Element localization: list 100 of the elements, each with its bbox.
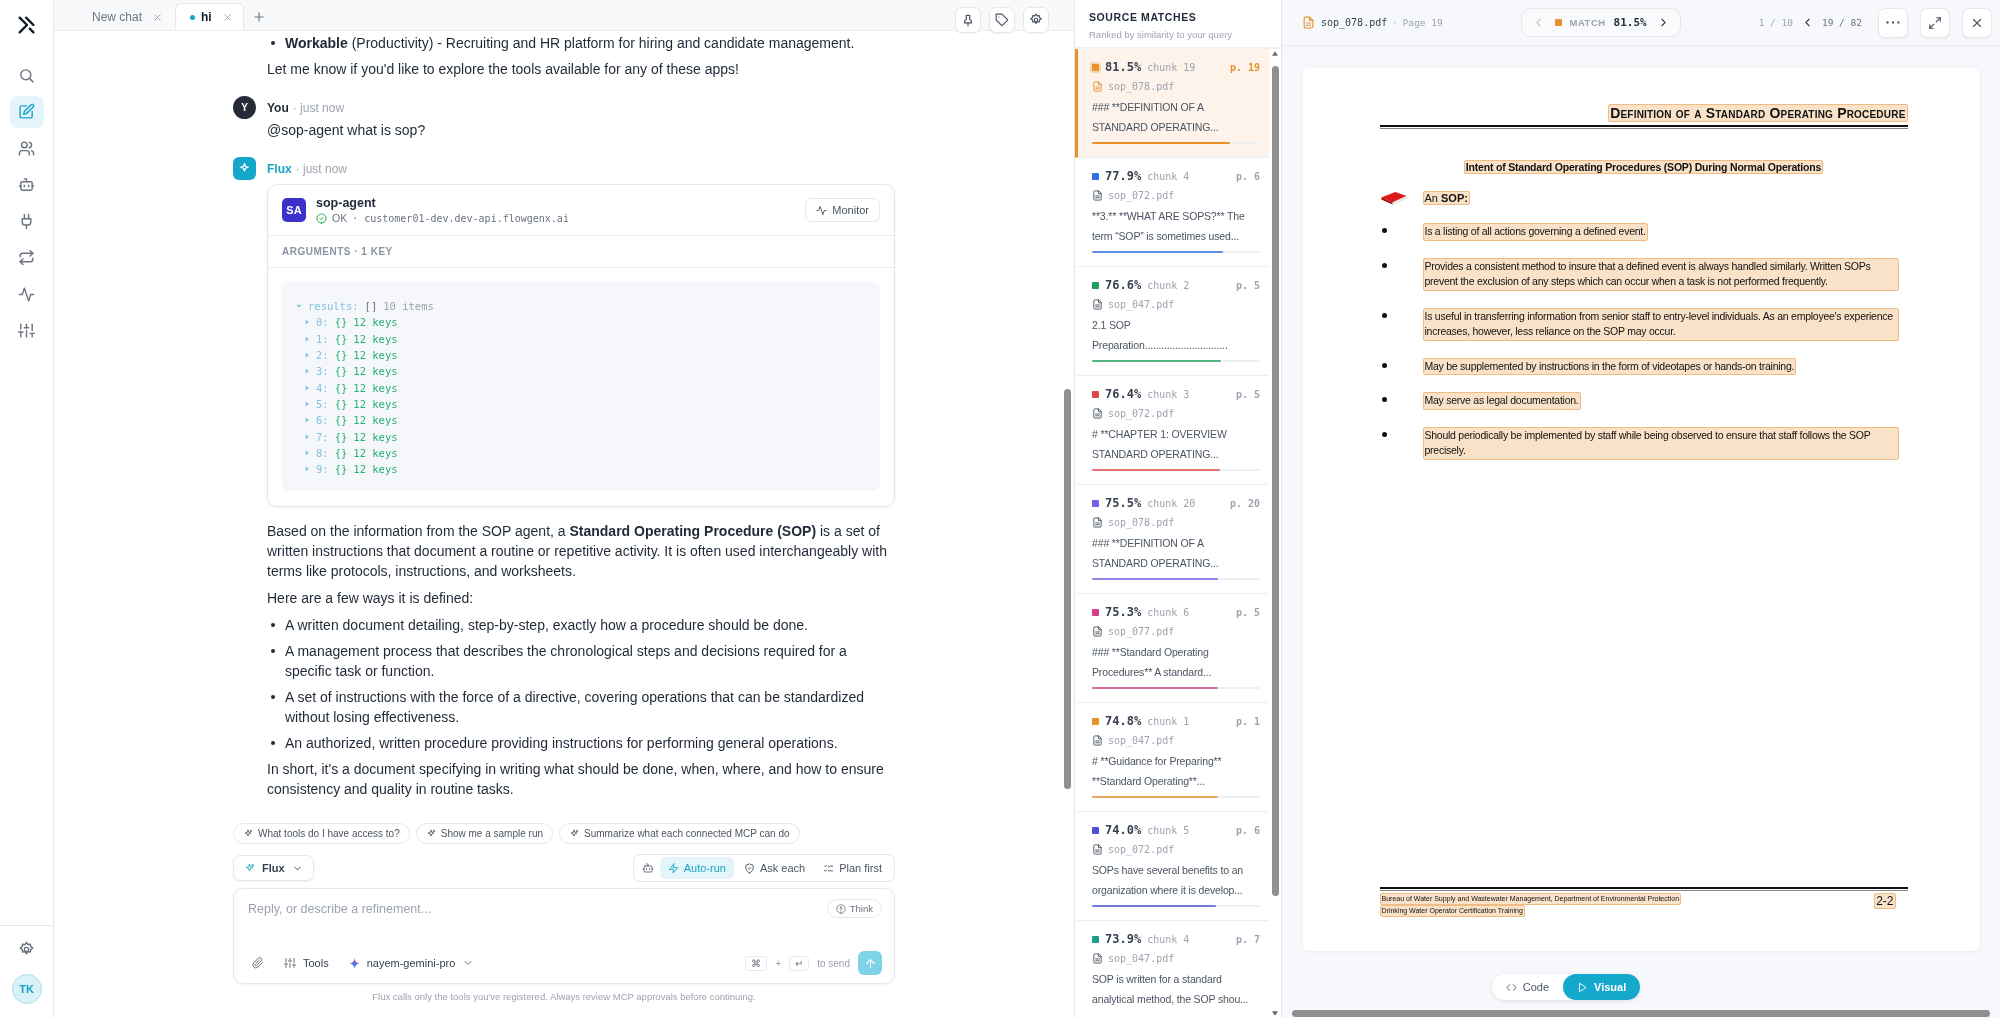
bullet-mark xyxy=(1381,312,1387,318)
file-name: sop_047.pdf xyxy=(1108,953,1175,964)
robot-icon xyxy=(641,862,654,874)
message-text: Based on the information from the SOP agent, a Standard Operating Procedure (SOP) is a set of written instructions that document a routine or repetitive activity. It is often used interchangeably with terms like protocols, instructions, and worksheets. xyxy=(267,522,888,582)
source-card[interactable]: 74.8% chunk 1 p. 1 sop_047.pdf # **Guidance for Preparing** **Standard Operating**... xyxy=(1075,703,1269,812)
source-card[interactable]: 76.4% chunk 3 p. 5 sop_072.pdf # **CHAPTER 1: OVERVIEW STANDARD OPERATING... xyxy=(1075,376,1269,485)
snippet-text: 2.1 SOP Preparation.............................. xyxy=(1092,318,1229,353)
caret-icon xyxy=(304,417,310,424)
pencil-nav-button[interactable] xyxy=(9,95,44,128)
tag-icon xyxy=(995,13,1009,27)
chunk-label: chunk 19 xyxy=(1147,61,1196,73)
message-text: In short, it's a document specifying in writing what should be done, when, where, and how to ensure consistency and quality in routine tasks. xyxy=(267,760,885,800)
suggestion-chip[interactable]: Show me a sample run xyxy=(415,823,554,844)
list-item: A management process that describes the chronological steps and decisions required for a specific task or function. xyxy=(285,642,848,682)
score-text: 76.6% xyxy=(1105,278,1142,292)
tools-button[interactable]: Tools xyxy=(278,953,335,973)
scroll-up-icon[interactable] xyxy=(1272,51,1278,56)
think-toggle[interactable]: Think xyxy=(826,899,882,918)
source-card[interactable]: 74.0% chunk 5 p. 6 sop_072.pdf SOPs have several benefits to an organization where it is develop... xyxy=(1075,812,1269,921)
source-card[interactable]: 81.5% chunk 19 p. 19 sop_078.pdf ### **DEFINITION OF A STANDARD OPERATING... xyxy=(1075,49,1269,158)
document-text: Provides a consistent method to insure that a defined event is always handled similarly. Written SOPs prevent the exclusion of any steps which can occur when a task is not performed frequently. xyxy=(1422,257,1899,291)
score-text: 74.8% xyxy=(1105,714,1142,728)
file-name: sop_072.pdf xyxy=(1108,190,1175,201)
document-text: Is a listing of all actions governing a defined event. xyxy=(1422,223,1648,241)
view-toggle[interactable]: Code xyxy=(1491,974,1564,1000)
scrollbar[interactable] xyxy=(1271,66,1279,896)
mode-option[interactable]: Plan first xyxy=(815,857,890,879)
scroll-down-icon[interactable] xyxy=(1272,1011,1278,1016)
expand-button[interactable] xyxy=(1920,7,1950,38)
source-card[interactable]: 73.9% chunk 4 p. 7 sop_047.pdf SOP is written for a standard analytical method, the SOP shou... xyxy=(1075,921,1269,1018)
caret-icon xyxy=(296,303,302,310)
bullet-mark xyxy=(271,649,275,654)
source-card[interactable]: 75.3% chunk 6 p. 5 sop_077.pdf ### **Standard Operating Procedures** A standard... xyxy=(1075,594,1269,703)
source-card[interactable]: 76.6% chunk 2 p. 5 sop_047.pdf 2.1 SOP Preparation.............................. xyxy=(1075,267,1269,376)
score-text: 75.5% xyxy=(1105,496,1142,510)
match-label: MATCH xyxy=(1569,17,1606,28)
snippet-text: SOPs have several benefits to an organization where it is develop... xyxy=(1092,863,1245,898)
file-icon xyxy=(1092,517,1103,528)
page-label: Page 19 xyxy=(1402,17,1443,28)
arrow-up-icon xyxy=(863,956,877,970)
snippet-text: SOP is written for a standard analytical method, the SOP shou... xyxy=(1092,972,1250,1007)
source-card[interactable]: 77.9% chunk 4 p. 6 sop_072.pdf **3.** **WHAT ARE SOPS?** The term “SOP” is sometimes used... xyxy=(1075,158,1269,267)
score-text: 73.9% xyxy=(1105,932,1142,946)
pencil-icon xyxy=(18,103,35,120)
logo-icon xyxy=(15,14,38,36)
document-subtitle: Intent of Standard Operating Procedures (SOP) During Normal Operations xyxy=(1463,160,1824,174)
suggestion-chip[interactable]: What tools do I have access to? xyxy=(233,823,410,844)
sliders-icon xyxy=(284,957,296,969)
file-icon xyxy=(1302,16,1315,29)
bolt-icon xyxy=(667,862,679,874)
document-text: Should periodically be implemented by staff while being observed to ensure that staff follows the SOP precisely. xyxy=(1422,426,1899,460)
caret-icon xyxy=(304,466,310,473)
pin-icon xyxy=(961,13,975,27)
mode-option[interactable]: Ask each xyxy=(735,857,814,879)
caret-icon xyxy=(304,449,310,456)
agent-name: sop-agent xyxy=(316,196,377,210)
caret-icon xyxy=(304,384,310,391)
document-title: Definition of a Standard Operating Procedure xyxy=(1608,104,1908,122)
source-card[interactable]: 75.5% chunk 20 p. 20 sop_078.pdf ### **DEFINITION OF A STANDARD OPERATING... xyxy=(1075,485,1269,594)
file-icon xyxy=(1092,408,1103,419)
suggestion-chip[interactable]: Summarize what each connected MCP can do xyxy=(559,823,800,844)
snippet-text: ### **DEFINITION OF A STANDARD OPERATING... xyxy=(1092,536,1220,571)
sparkle-icon xyxy=(244,862,255,874)
chat-tab[interactable]: New chat xyxy=(78,4,174,30)
score-text: 77.9% xyxy=(1105,169,1142,183)
file-icon xyxy=(1092,81,1103,92)
tree-row[interactable]: results: [] 10 items xyxy=(296,298,866,315)
sparkle-icon xyxy=(243,828,253,839)
checklist-icon xyxy=(823,862,835,874)
caret-icon xyxy=(304,433,310,440)
message-input[interactable]: Reply, or describe a refinement... Think Tools nayem-gemini-pro ⌘ + ↵ to send xyxy=(233,888,895,984)
score-text: 81.5% xyxy=(1105,60,1142,74)
bullet-mark xyxy=(1381,397,1387,402)
tag-button[interactable] xyxy=(989,7,1015,33)
scrollbar[interactable] xyxy=(1064,389,1071,789)
close-icon xyxy=(152,11,164,23)
scrollbar[interactable] xyxy=(1292,1010,1990,1017)
pin-button[interactable] xyxy=(955,7,981,33)
book-icon xyxy=(1379,189,1408,206)
model-selector[interactable]: nayem-gemini-pro xyxy=(342,953,481,973)
arguments-label: ARGUMENTS · 1 KEY xyxy=(268,236,894,268)
file-name: sop_047.pdf xyxy=(1108,299,1175,310)
separator-dot: · xyxy=(1393,17,1397,28)
bullet-mark xyxy=(271,623,275,628)
monitor-button[interactable]: Monitor xyxy=(805,198,880,222)
status-text: OK xyxy=(332,212,348,224)
settings-button[interactable] xyxy=(1023,7,1049,33)
chunk-label: chunk 1 xyxy=(1147,715,1190,727)
plus-icon xyxy=(251,10,266,24)
document-text: An SOP: xyxy=(1422,190,1470,205)
page-label: p. 6 xyxy=(1235,170,1260,182)
key-cap: ⌘ xyxy=(745,955,768,971)
page-label: p. 5 xyxy=(1235,606,1260,618)
document-text: May be supplemented by instructions in the form of videotapes or hands-on training. xyxy=(1422,357,1797,375)
caret-icon xyxy=(304,400,310,407)
disclaimer-text: Flux calls only the tools you've registered. Always review MCP approvals before continuing. xyxy=(371,991,757,1002)
dots-icon xyxy=(1886,21,1900,24)
agent-selector[interactable]: Flux xyxy=(233,855,314,881)
panel-title: SOURCE MATCHES xyxy=(1089,11,1198,23)
chat-tab[interactable]: hi xyxy=(175,3,244,30)
